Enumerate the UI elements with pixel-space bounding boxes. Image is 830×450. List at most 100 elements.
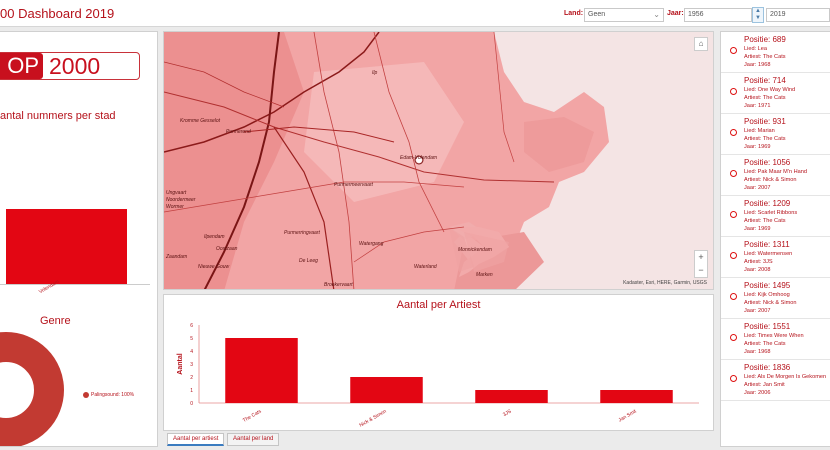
song-artiest: Artiest: The Cats (744, 218, 786, 224)
song-lied: Lied: Kijk Omhoog (744, 292, 790, 298)
bar-3js[interactable] (475, 390, 548, 403)
city-bar-volendam[interactable] (6, 209, 127, 284)
circle-marker-icon (730, 88, 737, 95)
list-item[interactable]: Positie: 1209 Lied: Scarlet Ribbons Arties… (721, 196, 830, 237)
logo-left-text: OP (0, 53, 43, 79)
song-positie: Positie: 931 (744, 117, 786, 126)
x-tick-label: 3JS (502, 408, 513, 418)
y-tick-label: 0 (190, 401, 193, 407)
list-item[interactable]: Positie: 1836 Lied: Als De Morgen Is Geko… (721, 360, 830, 401)
song-positie: Positie: 714 (744, 76, 786, 85)
song-positie: Positie: 1056 (744, 158, 791, 167)
circle-marker-icon (730, 47, 737, 54)
circle-marker-icon (730, 211, 737, 218)
map-canvas (164, 32, 609, 289)
left-panel: OP 2000 antal nummers per stad Volendam … (0, 31, 158, 447)
song-jaar: Jaar: 2008 (744, 267, 771, 273)
song-jaar: Jaar: 1968 (744, 349, 771, 355)
map-label: Purmermeervaart (334, 182, 373, 188)
bar-nick-simon[interactable] (350, 377, 423, 403)
song-lied: Lied: Scarlet Ribbons (744, 210, 798, 216)
zoom-out-button[interactable]: − (695, 264, 707, 277)
land-label: Land: (564, 10, 584, 17)
genre-chart-title: Genre (40, 315, 71, 327)
song-artiest: Artiest: The Cats (744, 95, 786, 101)
y-axis-label: Aantal (177, 353, 184, 374)
song-lied: Lied: Als De Morgen Is Gekomen (744, 374, 827, 380)
bar-jan-smit[interactable] (600, 390, 673, 403)
circle-marker-icon (730, 252, 737, 259)
map-label: Ilp (372, 70, 378, 76)
circle-marker-icon (730, 293, 737, 300)
song-artiest: Artiest: Nick & Simon (744, 300, 797, 306)
circle-marker-icon (730, 170, 737, 177)
map-view[interactable]: Ilp Kromme Gesselot Purmerend Edam-Volen… (163, 31, 714, 290)
song-jaar: Jaar: 2007 (744, 308, 771, 314)
song-artiest: Artiest: Jan Smit (744, 382, 785, 388)
genre-donut-slice[interactable] (0, 332, 64, 446)
map-label: Kromme Gesselot (180, 118, 221, 124)
jaar-to-input[interactable]: 2019 (766, 8, 830, 22)
jaar-to-value: 2019 (770, 11, 786, 18)
map-label: Purmerend (226, 129, 251, 135)
list-item[interactable]: Positie: 931 Lied: Marian Artiest: The Cat… (721, 114, 830, 155)
map-label: Noordermeer (166, 197, 196, 203)
home-icon[interactable]: ⌂ (694, 37, 708, 51)
spinner-up-icon[interactable]: ▲ (753, 8, 763, 15)
song-list: Positie: 689 Lied: Lea Artiest: The Cats Ja… (720, 31, 830, 447)
map-label: Broekervaart (324, 282, 353, 288)
song-lied: Lied: Marian (744, 128, 775, 134)
song-artiest: Artiest: The Cats (744, 54, 786, 60)
list-item[interactable]: Positie: 1551 Lied: Times Were When Arties… (721, 319, 830, 360)
song-positie: Positie: 1836 (744, 363, 791, 372)
zoom-in-button[interactable]: + (695, 251, 707, 264)
jaar-spinner[interactable]: ▲ ▼ (752, 7, 764, 23)
jaar-from-value: 1956 (688, 11, 704, 18)
song-jaar: Jaar: 1968 (744, 62, 771, 68)
y-tick-label: 6 (190, 323, 193, 329)
x-tick-label: Nick & Simon (359, 408, 388, 428)
list-item[interactable]: Positie: 1495 Lied: Kijk Omhoog Artiest: N… (721, 278, 830, 319)
spinner-down-icon[interactable]: ▼ (753, 15, 763, 22)
song-positie: Positie: 1551 (744, 322, 791, 331)
tab-aantal-per-artiest[interactable]: Aantal per artiest (167, 433, 225, 446)
y-tick-label: 3 (190, 362, 193, 368)
jaar-from-input[interactable]: 1956 (684, 8, 752, 22)
chevron-down-icon: ⌄ (653, 10, 660, 19)
map-label: Ungvaart (166, 190, 187, 196)
song-artiest: Artiest: 3JS (744, 259, 773, 265)
song-lied: Lied: Lea (744, 46, 768, 52)
tab-aantal-per-land[interactable]: Aantal per land (227, 433, 280, 446)
app-header: 00 Dashboard 2019 Land: Geen ⌄ Jaar: 195… (0, 0, 830, 27)
city-chart-axis (0, 284, 150, 285)
song-jaar: Jaar: 1969 (744, 226, 771, 232)
map-attribution: Kadaster, Esri, HERE, Garmin, USGS (623, 280, 707, 286)
map-label: Ilpendam (204, 234, 225, 240)
list-item[interactable]: Positie: 1311 Lied: Watermensen Artiest: 3… (721, 237, 830, 278)
y-tick-label: 2 (190, 375, 193, 381)
song-artiest: Artiest: Nick & Simon (744, 177, 797, 183)
map-label: Waterland (414, 264, 437, 270)
map-label: Edam-Volendam (400, 155, 438, 161)
map-label: Marken (476, 272, 493, 278)
y-tick-label: 5 (190, 336, 193, 342)
map-label: De Leeg (299, 258, 318, 264)
artist-bar-chart: 0 1 2 3 4 5 6 Aantal The Cats Nick & Simon 3JS Jan … (177, 323, 699, 429)
circle-marker-icon (730, 129, 737, 136)
genre-legend-label: Palingsound: 100% (91, 392, 135, 398)
song-positie: Positie: 689 (744, 35, 786, 44)
x-tick-label: Jan Smit (618, 408, 638, 423)
map-label: Oostzaan (216, 246, 238, 252)
land-select[interactable]: Geen ⌄ (584, 8, 664, 22)
list-item[interactable]: Positie: 689 Lied: Lea Artiest: The Cats Ja… (721, 32, 830, 73)
y-tick-label: 1 (190, 388, 193, 394)
list-item[interactable]: Positie: 714 Lied: One Way Wind Artiest: T… (721, 73, 830, 114)
bar-the-cats[interactable] (225, 338, 298, 403)
song-jaar: Jaar: 2007 (744, 185, 771, 191)
map-label: Zaandam (166, 254, 188, 260)
city-chart-title: antal nummers per stad (0, 110, 116, 122)
list-item[interactable]: Positie: 1056 Lied: Pak Maar M'n Hand Arti… (721, 155, 830, 196)
song-positie: Positie: 1495 (744, 281, 791, 290)
song-lied: Lied: Times Were When (744, 333, 804, 339)
song-positie: Positie: 1311 (744, 240, 790, 249)
